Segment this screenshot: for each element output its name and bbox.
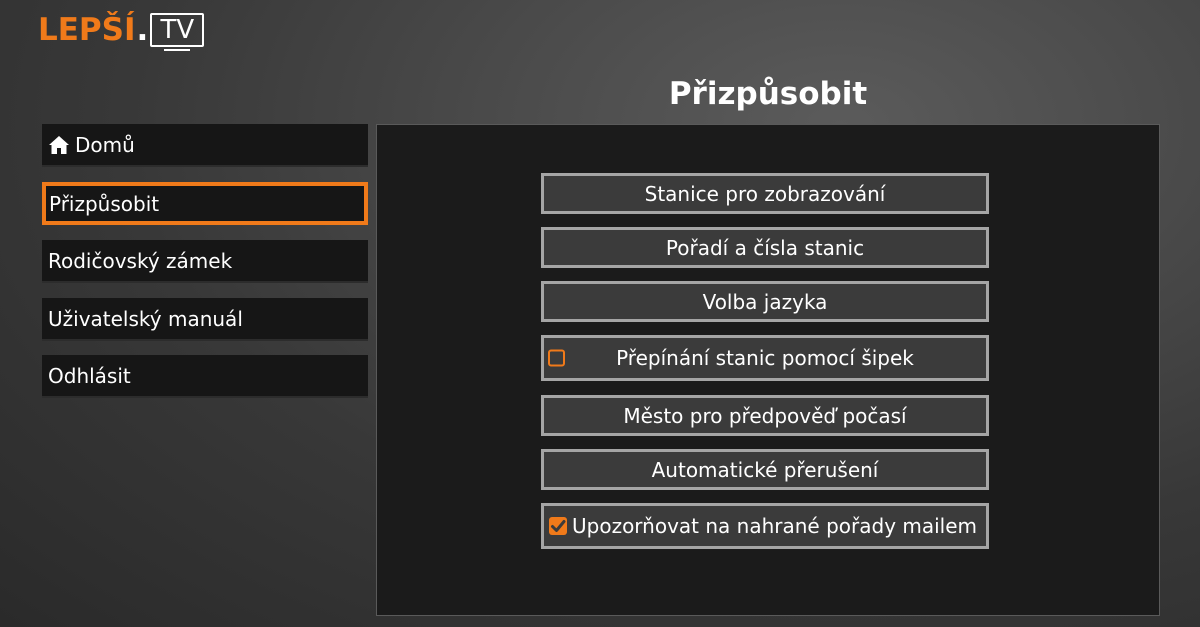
home-icon — [49, 135, 69, 154]
option-arrow-switching-toggle[interactable]: Přepínání stanic pomocí šipek — [541, 335, 989, 381]
sidebar-item-label: Přizpůsobit — [49, 191, 160, 216]
logo-tv-icon: TV — [150, 13, 205, 51]
sidebar-item-parental-lock[interactable]: Rodičovský zámek — [42, 240, 368, 283]
option-label: Automatické přerušení — [651, 457, 879, 482]
option-label: Přepínání stanic pomocí šipek — [616, 346, 914, 370]
logo-dot: . — [136, 12, 149, 48]
checked-checkbox-icon[interactable] — [548, 516, 568, 536]
option-auto-interrupt-button[interactable]: Automatické přerušení — [541, 449, 989, 490]
option-weather-city-button[interactable]: Město pro předpověď počasí — [541, 395, 989, 436]
option-label: Město pro předpověď počasí — [623, 403, 907, 428]
logo-brand-text: LEPŠÍ — [38, 12, 136, 48]
option-label: Upozorňovat na nahrané pořady mailem — [572, 514, 978, 538]
option-station-order-button[interactable]: Pořadí a čísla stanic — [541, 227, 989, 268]
sidebar-item-label: Domů — [75, 132, 135, 157]
option-language-button[interactable]: Volba jazyka — [541, 281, 989, 322]
sidebar-item-label: Rodičovský zámek — [48, 248, 233, 273]
sidebar-item-user-manual[interactable]: Uživatelský manuál — [42, 298, 368, 341]
option-label: Pořadí a čísla stanic — [665, 235, 865, 260]
option-label: Stanice pro zobrazování — [644, 181, 886, 206]
sidebar-item-label: Uživatelský manuál — [48, 306, 243, 331]
app-logo: LEPŠÍ . TV — [38, 10, 205, 51]
settings-panel: Stanice pro zobrazování Pořadí a čísla s… — [376, 124, 1160, 616]
option-displayed-stations-button[interactable]: Stanice pro zobrazování — [541, 173, 989, 214]
sidebar-item-home[interactable]: Domů — [42, 124, 368, 167]
sidebar-item-label: Odhlásit — [48, 363, 131, 388]
option-email-notify-toggle[interactable]: Upozorňovat na nahrané pořady mailem — [541, 503, 989, 549]
sidebar-item-logout[interactable]: Odhlásit — [42, 355, 368, 398]
sidebar-item-customize[interactable]: Přizpůsobit — [42, 182, 368, 225]
page-title: Přizpůsobit — [668, 76, 868, 112]
option-label: Volba jazyka — [702, 289, 828, 314]
logo-tv-text: TV — [160, 15, 195, 45]
unchecked-checkbox-icon[interactable] — [548, 349, 565, 367]
